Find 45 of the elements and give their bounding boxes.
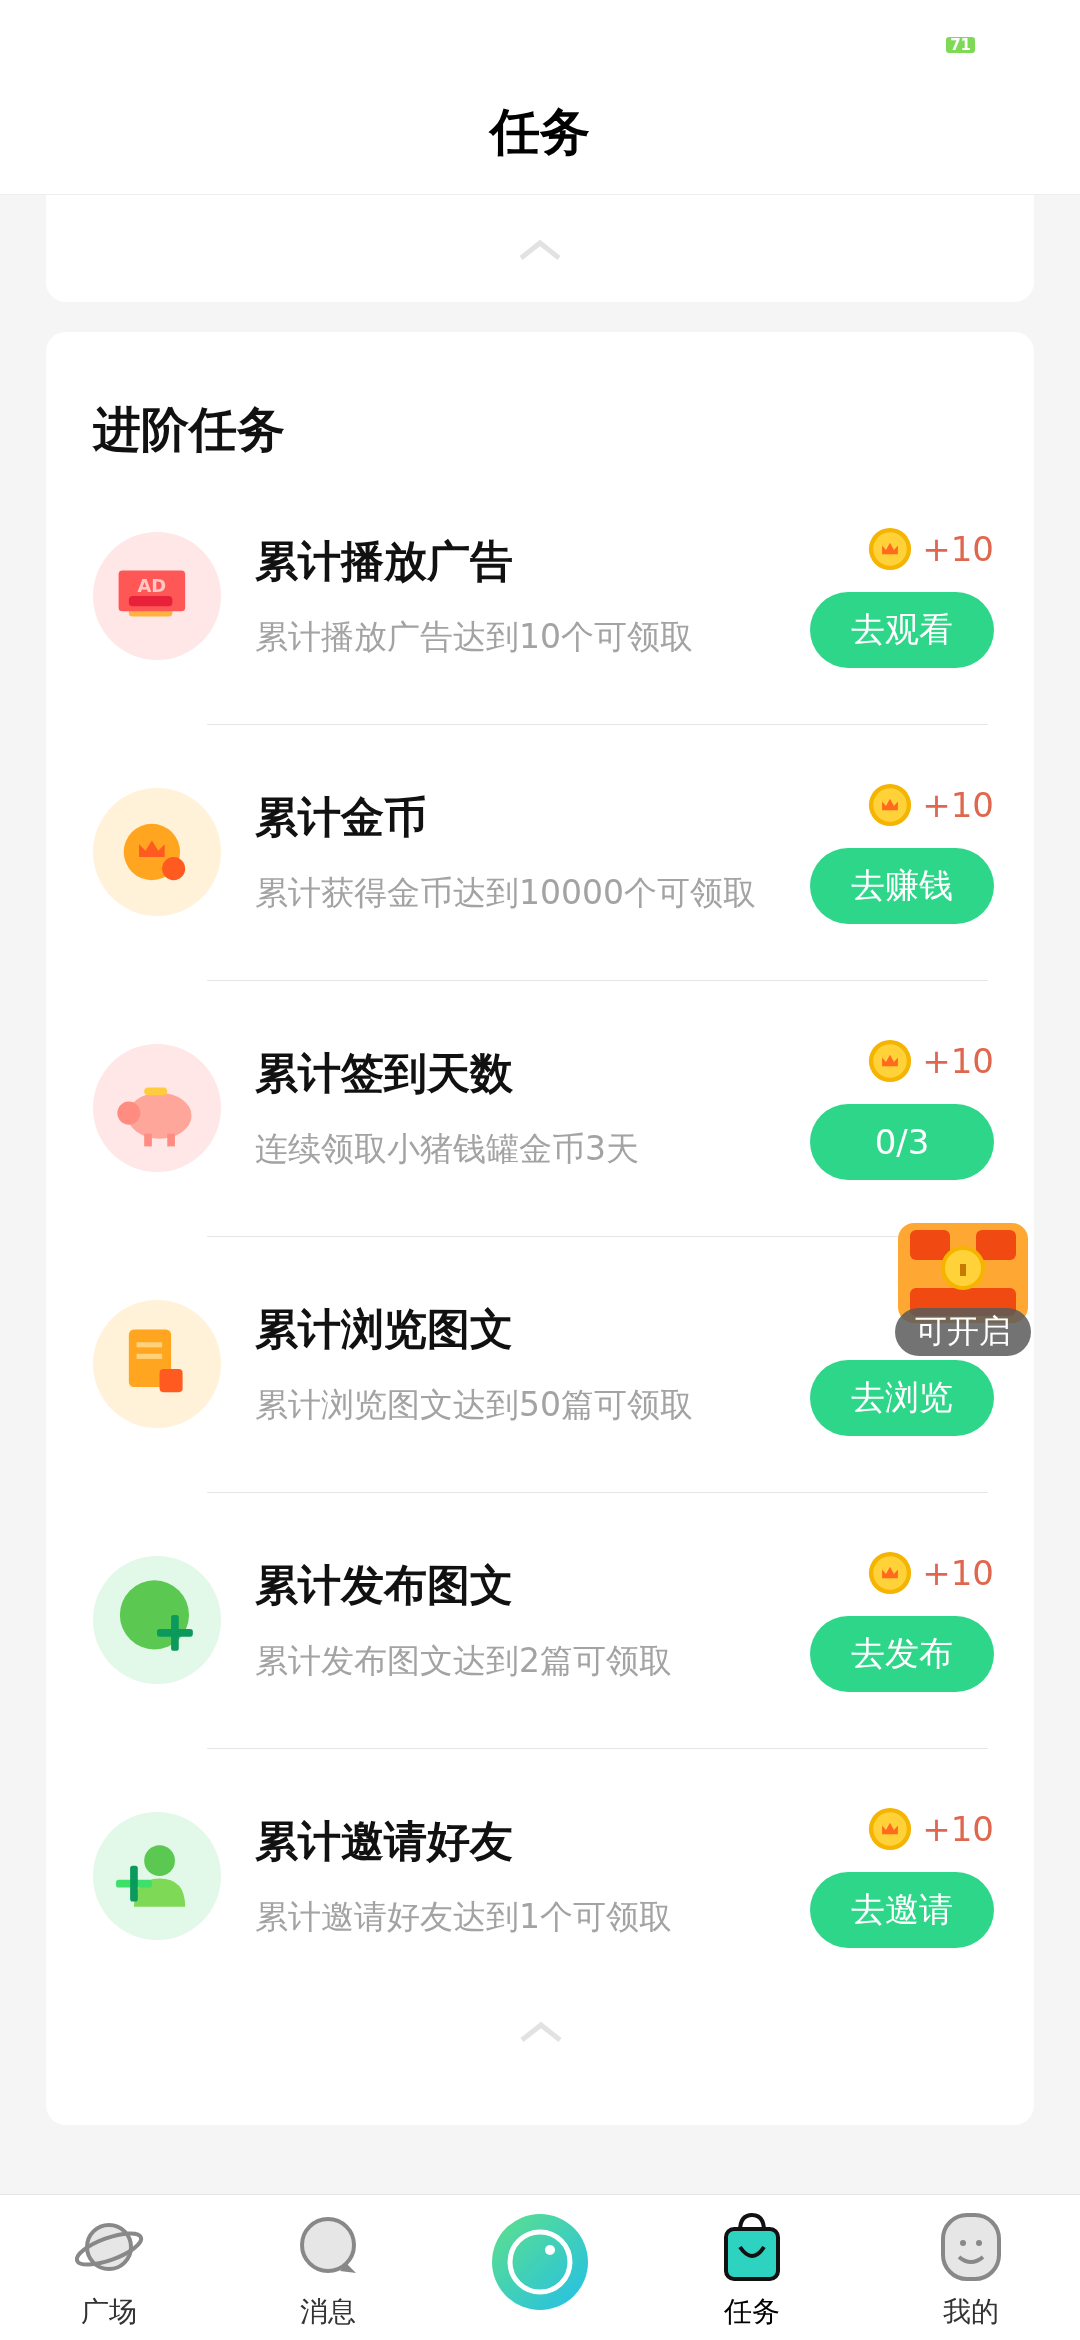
section-title: 进阶任务 <box>93 400 286 459</box>
task-description: 累计播放广告达到10个可领取 <box>255 616 694 658</box>
coin-icon <box>93 788 221 916</box>
task-button[interactable]: 去赚钱 <box>810 847 994 924</box>
task-description: 累计邀请好友达到1个可领取 <box>255 1896 673 1938</box>
nav-tab[interactable]: 广场 <box>0 2195 219 2340</box>
nav-tab[interactable]: 消息 <box>218 2195 437 2340</box>
collapse-chevron-icon <box>517 237 563 260</box>
add-person-icon <box>93 1812 221 1940</box>
piggy-bank-icon <box>93 1044 221 1172</box>
coin-icon <box>868 782 913 827</box>
task-title: 累计签到天数 <box>255 1047 514 1100</box>
task-title: 累计邀请好友 <box>255 1815 514 1868</box>
camera-icon <box>490 2211 590 2312</box>
task-description: 累计发布图文达到2篇可领取 <box>255 1640 673 1682</box>
task-button[interactable]: 去邀请 <box>810 1871 994 1948</box>
task-description: 累计获得金币达到10000个可领取 <box>255 872 757 914</box>
task-title: 累计浏览图文 <box>255 1303 514 1356</box>
task-button[interactable]: 去浏览 <box>810 1359 994 1436</box>
reward-amount: +10 <box>922 1552 994 1593</box>
nav-tab[interactable]: 任务 <box>643 2195 862 2340</box>
reward-amount: +10 <box>922 784 994 825</box>
task-title: 累计发布图文 <box>255 1559 514 1612</box>
coin-icon <box>868 1550 913 1595</box>
add-circle-icon <box>93 1556 221 1684</box>
task-description: 累计浏览图文达到50篇可领取 <box>255 1384 694 1426</box>
reward-amount: +10 <box>922 1040 994 1081</box>
document-icon <box>93 1300 221 1428</box>
page-title: 任务 <box>490 101 590 163</box>
task-button[interactable]: 0/3 <box>810 1103 994 1180</box>
coin-icon <box>868 526 913 571</box>
battery-icon: 71 <box>946 37 975 53</box>
nav-tab[interactable]: 我的 <box>861 2195 1080 2340</box>
reward-amount: +10 <box>922 528 994 569</box>
task-button[interactable]: 去观看 <box>810 591 994 668</box>
task-button[interactable]: 去发布 <box>810 1615 994 1692</box>
chest-label[interactable]: 可开启 <box>894 1308 1031 1356</box>
ad-label: AD <box>137 575 167 597</box>
coin-icon <box>868 1038 913 1083</box>
task-description: 连续领取小猪钱罐金币3天 <box>255 1128 640 1170</box>
reward-amount: +10 <box>922 1808 994 1849</box>
task-title: 累计播放广告 <box>255 535 514 588</box>
coin-icon <box>868 1806 913 1851</box>
task-title: 累计金币 <box>255 791 428 844</box>
ad-screen-icon <box>118 570 186 617</box>
